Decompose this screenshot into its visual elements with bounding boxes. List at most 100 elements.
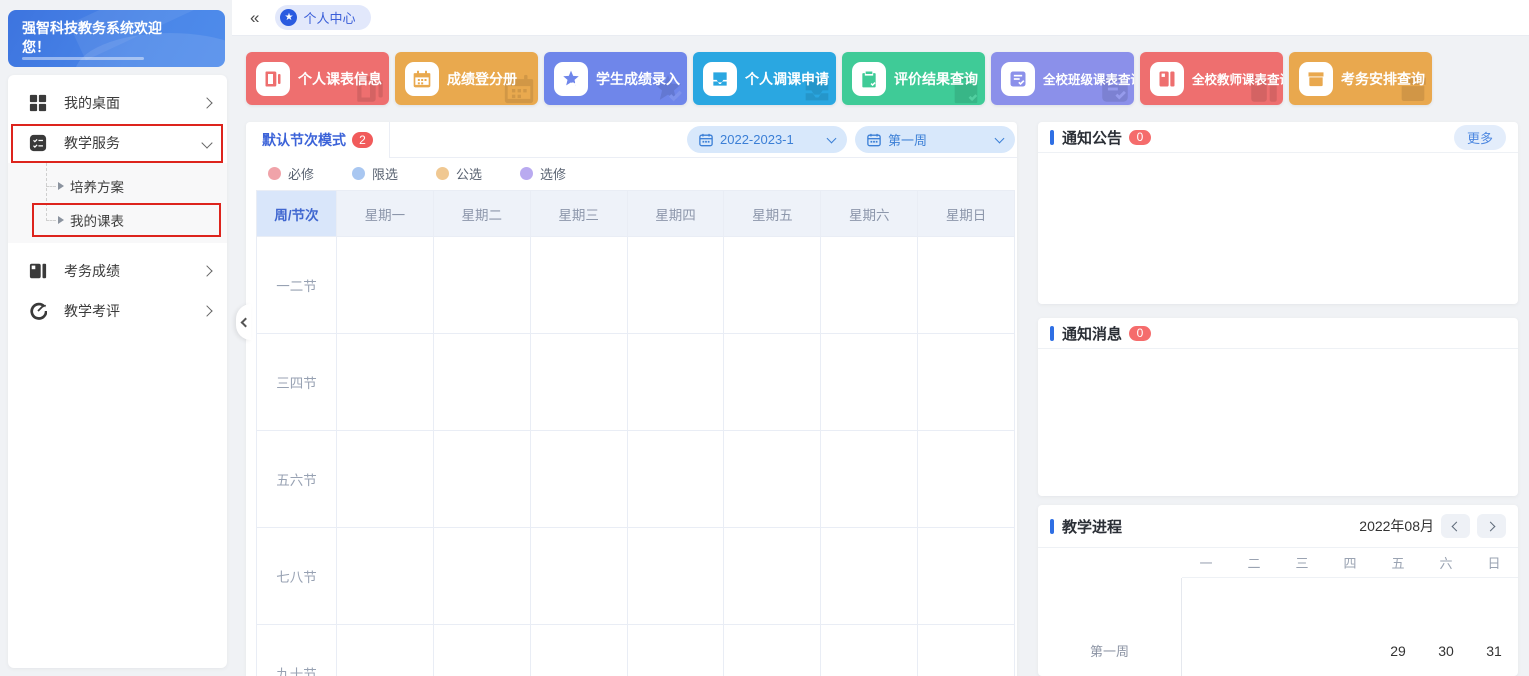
quick-action-label: 考务安排查询 xyxy=(1341,69,1425,89)
notice-count-badge: 0 xyxy=(1129,130,1151,145)
accent-bar xyxy=(1050,519,1054,534)
weekday-header: 三 xyxy=(1278,548,1326,578)
panel-title: 通知公告 xyxy=(1062,127,1122,148)
timetable-slot-cell xyxy=(918,625,1015,676)
legend-label: 限选 xyxy=(372,164,398,183)
accent-bar xyxy=(1050,326,1054,341)
current-month-label: 2022年08月 xyxy=(1359,516,1434,536)
quick-action-label: 评价结果查询 xyxy=(894,69,978,89)
week-select-value: 第一周 xyxy=(888,130,989,149)
banner-underline xyxy=(22,57,144,60)
calendar-empty-cell xyxy=(1326,578,1374,676)
week-number-label: 第一周 xyxy=(1038,578,1182,676)
calendar-date[interactable]: 29 xyxy=(1374,578,1422,676)
sidebar-menu: 我的桌面 教学服务 培养方案 我的课表 xyxy=(8,75,227,668)
tab-label: 默认节次模式 xyxy=(262,130,346,150)
legend-label: 必修 xyxy=(288,164,314,183)
tab-personal-center[interactable]: ★ 个人中心 xyxy=(275,5,371,30)
timetable-slot-cell xyxy=(434,625,531,676)
reschedule-inbox-icon xyxy=(703,62,737,96)
calendar-icon xyxy=(867,133,881,147)
legend-item: 选修 xyxy=(520,164,566,183)
sidebar-subitem-label: 培养方案 xyxy=(70,176,124,196)
quick-action-button-2[interactable]: 学生成绩录入 xyxy=(544,52,687,105)
sidebar-subitem-my-timetable[interactable]: 我的课表 xyxy=(8,203,227,237)
sidebar-subitem-training-plan[interactable]: 培养方案 xyxy=(8,169,227,203)
timetable-slot-cell xyxy=(724,237,821,334)
quick-action-button-6[interactable]: 全校教师课表查询 xyxy=(1140,52,1283,105)
timetable-slot-cell xyxy=(724,334,821,431)
quick-action-label: 学生成绩录入 xyxy=(596,69,680,89)
tab-default-period-mode[interactable]: 默认节次模式 2 xyxy=(246,122,390,158)
quick-action-button-4[interactable]: 评价结果查询 xyxy=(842,52,985,105)
calendar-date[interactable]: 30 xyxy=(1422,578,1470,676)
message-panel: 通知消息 0 xyxy=(1038,318,1518,496)
period-label: 七八节 xyxy=(257,528,337,625)
sidebar-item-exam-scores[interactable]: 考务成绩 xyxy=(8,251,227,291)
notice-panel: 通知公告 0 更多 xyxy=(1038,122,1518,304)
personal-timetable-icon xyxy=(256,62,290,96)
quick-action-button-3[interactable]: 个人调课申请 xyxy=(693,52,836,105)
tab-label: 个人中心 xyxy=(303,8,355,27)
next-month-button[interactable] xyxy=(1477,514,1506,538)
timetable-slot-cell xyxy=(724,431,821,528)
timetable-slot-cell xyxy=(628,528,725,625)
collapse-panel-handle[interactable] xyxy=(236,304,251,340)
timetable-row: 七八节 xyxy=(257,528,1015,625)
timetable-slot-cell xyxy=(821,528,918,625)
weekday-header: 四 xyxy=(1326,548,1374,578)
caret-right-icon xyxy=(58,216,64,224)
sidebar-item-label: 教学考评 xyxy=(64,301,120,321)
more-link[interactable]: 更多 xyxy=(1454,125,1506,150)
weekday-header: 一 xyxy=(1182,548,1230,578)
legend-color-dot xyxy=(436,167,449,180)
day-header: 星期六 xyxy=(821,191,918,237)
course-type-legend: 必修 限选 公选 选修 xyxy=(246,158,1017,188)
quick-action-label: 全校班级课表查询 xyxy=(1043,69,1134,88)
timetable-toolbar: 2022-2023-1 第一周 xyxy=(390,122,1017,158)
week-select-dropdown[interactable]: 第一周 xyxy=(855,126,1015,153)
sidebar-item-my-desktop[interactable]: 我的桌面 xyxy=(8,83,227,123)
timetable-slot-cell xyxy=(628,237,725,334)
banner-text-line2: 您！ xyxy=(22,38,211,57)
quick-action-button-0[interactable]: 个人课表信息 xyxy=(246,52,389,105)
weekday-header: 五 xyxy=(1374,548,1422,578)
quick-action-button-7[interactable]: 考务安排查询 xyxy=(1289,52,1432,105)
timetable-slot-cell xyxy=(337,334,434,431)
timetable-slot-cell xyxy=(918,431,1015,528)
legend-label: 公选 xyxy=(456,164,482,183)
calendar-empty-cell xyxy=(1230,578,1278,676)
term-select-dropdown[interactable]: 2022-2023-1 xyxy=(687,126,847,153)
quick-action-label: 全校教师课表查询 xyxy=(1192,69,1283,88)
timetable-slot-cell xyxy=(821,625,918,676)
timetable-header-row: 周/节次星期一星期二星期三星期四星期五星期六星期日 xyxy=(257,191,1015,237)
panel-title: 通知消息 xyxy=(1062,323,1122,344)
sidebar-item-teaching-evaluation[interactable]: 教学考评 xyxy=(8,291,227,331)
chevron-left-icon xyxy=(240,317,250,327)
timetable-slot-cell xyxy=(337,625,434,676)
sidebar-item-teaching-services[interactable]: 教学服务 xyxy=(8,123,227,163)
legend-item: 必修 xyxy=(268,164,314,183)
exam-archive-icon xyxy=(1299,62,1333,96)
legend-color-dot xyxy=(268,167,281,180)
prev-month-button[interactable] xyxy=(1441,514,1470,538)
quick-action-button-1[interactable]: 成绩登分册 xyxy=(395,52,538,105)
chevron-down-icon xyxy=(995,133,1005,143)
timetable-slot-cell xyxy=(628,431,725,528)
timetable-tab-row: 默认节次模式 2 2022-2023-1 xyxy=(246,122,1017,158)
top-tab-bar: « ★ 个人中心 xyxy=(232,0,1529,36)
timetable-slot-cell xyxy=(337,237,434,334)
calendar-week-row: 第一周 293031 xyxy=(1038,578,1518,676)
period-label: 九十节 xyxy=(257,625,337,676)
collapse-sidebar-icon[interactable]: « xyxy=(242,8,267,28)
day-header: 星期日 xyxy=(918,191,1015,237)
calendar-date[interactable]: 31 xyxy=(1470,578,1518,676)
teaching-services-submenu: 培养方案 我的课表 xyxy=(8,163,227,243)
quick-action-button-5[interactable]: 全校班级课表查询 xyxy=(991,52,1134,105)
class-timetable-icon xyxy=(1001,62,1035,96)
chevron-right-icon xyxy=(201,97,212,108)
target-icon xyxy=(28,301,48,321)
day-header: 星期一 xyxy=(337,191,434,237)
chevron-right-icon xyxy=(201,305,212,316)
message-count-badge: 0 xyxy=(1129,326,1151,341)
